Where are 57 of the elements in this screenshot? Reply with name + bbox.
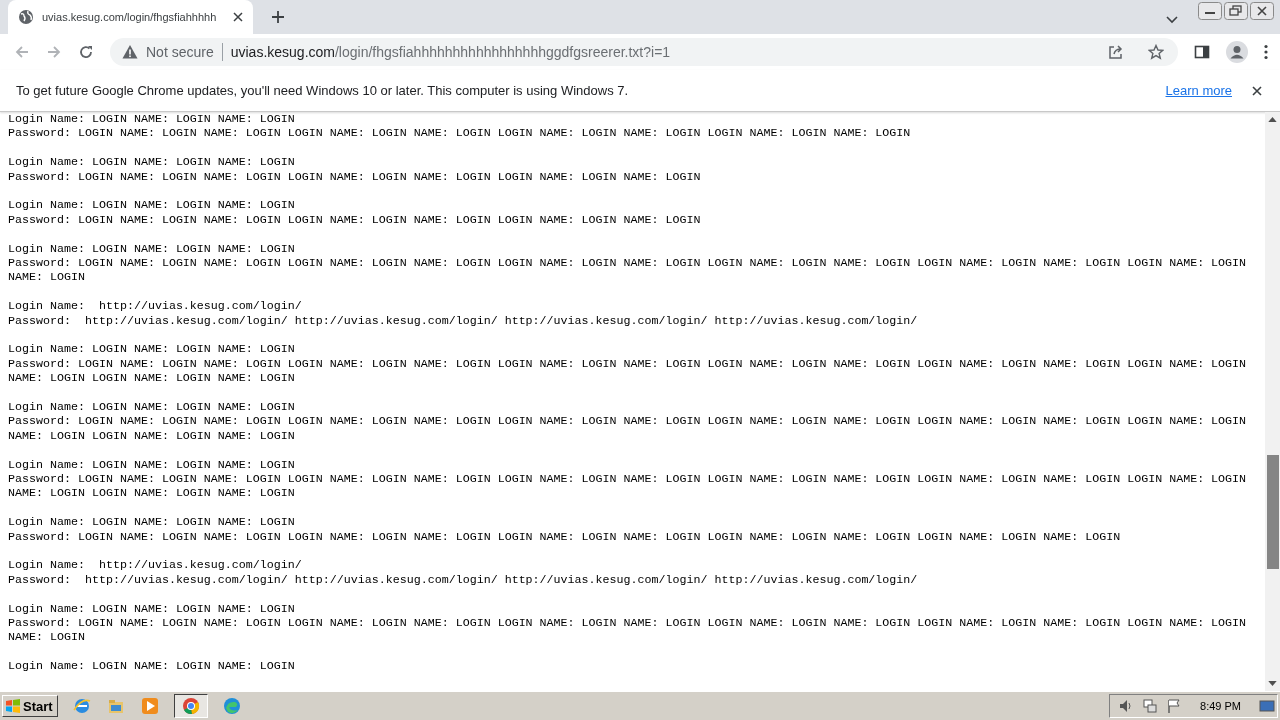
password-line: Password: LOGIN NAME: LOGIN NAME: LOGIN LOGIN NAME: LOGIN NAME: LOGIN LOGIN NAME: LOGIN NAME: LOGIN LOGIN NAME: LOGIN NAME: LOGIN LOGIN NAME: LOGIN NAME: LOGIN LOGIN NAME: LOGIN NAME: LOGIN <box>8 616 1248 645</box>
browser-e-icon[interactable] <box>71 696 92 716</box>
caret-icon[interactable] <box>1166 16 1178 24</box>
profile-icon[interactable] <box>1226 41 1248 63</box>
warning-icon <box>122 44 138 60</box>
scroll-down-icon[interactable] <box>1268 681 1277 686</box>
globe-icon <box>18 9 34 25</box>
address-bar[interactable]: Not secure uvias.kesug.com/login/fhgsfiahhhhhhhhhhhhhhhhhggdfgsreerer.txt?i=1 <box>110 38 1178 66</box>
login-name-line: Login Name: LOGIN NAME: LOGIN NAME: LOGIN <box>8 457 296 473</box>
info-message: To get future Google Chrome updates, you'll need Windows 10 or later. This computer is using Windows 7. <box>16 83 629 98</box>
password-line: Password: LOGIN NAME: LOGIN NAME: LOGIN LOGIN NAME: LOGIN NAME: LOGIN LOGIN NAME: LOGIN NAME: LOGIN LOGIN NAME: LOGIN NAME: LOGIN LOGIN NAME: LOGIN NAME: LOGIN LOGIN NAME: LOGIN NAME: LOGIN LOGIN NAME: LOGIN NAME: LOGIN <box>8 472 1248 501</box>
learn-more-link[interactable]: Learn more <box>1165 83 1232 98</box>
login-name-line: Login Name: LOGIN NAME: LOGIN NAME: LOGIN <box>8 400 296 415</box>
scroll-up-icon[interactable] <box>1268 117 1277 122</box>
menu-icon[interactable] <box>1264 44 1268 60</box>
scroll-thumb[interactable] <box>1267 455 1279 569</box>
password-line: Password: LOGIN NAME: LOGIN NAME: LOGIN LOGIN NAME: LOGIN NAME: LOGIN LOGIN NAME: LOGIN NAME: LOGIN <box>8 169 702 184</box>
star-icon[interactable] <box>1148 44 1164 60</box>
scrollbar[interactable] <box>1265 112 1280 691</box>
close-icon[interactable] <box>1250 2 1274 20</box>
password-line: Password: http://uvias.kesug.com/login/ http://uvias.kesug.com/login/ http://uvias.kesug.com/login/ http://uvias.kesug.com/login/ <box>8 572 919 588</box>
browser-tab[interactable]: uvias.kesug.com/login/fhgsfiahhhhh <box>8 0 253 34</box>
tab-title: uvias.kesug.com/login/fhgsfiahhhhh <box>42 11 218 23</box>
login-name-line: Login Name: LOGIN NAME: LOGIN NAME: LOGIN <box>8 198 296 213</box>
login-name-line: Login Name: http://uvias.kesug.com/login/ <box>8 299 303 314</box>
reload-icon[interactable] <box>78 44 94 60</box>
new-tab-icon[interactable] <box>271 10 285 24</box>
network-icon[interactable] <box>1142 698 1159 714</box>
url-text: uvias.kesug.com/login/fhgsfiahhhhhhhhhhhhhhhhhggdfgsreerer.txt?i=1 <box>230 44 671 60</box>
flag-icon[interactable] <box>1166 698 1183 714</box>
clock[interactable]: 8:49 PM <box>1200 700 1241 712</box>
minimize-icon[interactable] <box>1198 2 1222 20</box>
windows-flag-icon <box>5 698 21 714</box>
password-line: Password: LOGIN NAME: LOGIN NAME: LOGIN LOGIN NAME: LOGIN NAME: LOGIN LOGIN NAME: LOGIN NAME: LOGIN LOGIN NAME: LOGIN NAME: LOGIN LOGIN NAME: LOGIN NAME: LOGIN LOGIN NAME: LOGIN NAME: LOGIN <box>8 256 1248 285</box>
password-line: Password: LOGIN NAME: LOGIN NAME: LOGIN LOGIN NAME: LOGIN NAME: LOGIN LOGIN NAME: LOGIN NAME: LOGIN LOGIN NAME: LOGIN NAME: LOGIN LOGIN NAME: LOGIN NAME: LOGIN LOGIN NAME: LOGIN NAME: LOGIN LOGIN NAME: LOGIN NAME: LOGIN <box>8 356 1248 386</box>
login-name-line: Login Name: LOGIN NAME: LOGIN NAME: LOGIN <box>8 515 296 530</box>
login-name-line: Login Name: LOGIN NAME: LOGIN NAME: LOGIN <box>8 659 296 674</box>
login-name-line: Login Name: LOGIN NAME: LOGIN NAME: LOGIN <box>8 342 296 357</box>
security-label: Not secure <box>146 44 214 60</box>
password-line: Password: LOGIN NAME: LOGIN NAME: LOGIN LOGIN NAME: LOGIN NAME: LOGIN LOGIN NAME: LOGIN NAME: LOGIN LOGIN NAME: LOGIN NAME: LOGIN <box>8 126 912 141</box>
login-name-line: Login Name: LOGIN NAME: LOGIN NAME: LOGIN <box>8 112 296 127</box>
login-name-line: Login Name: LOGIN NAME: LOGIN NAME: LOGIN <box>8 601 296 617</box>
password-line: Password: LOGIN NAME: LOGIN NAME: LOGIN LOGIN NAME: LOGIN NAME: LOGIN LOGIN NAME: LOGIN NAME: LOGIN LOGIN NAME: LOGIN NAME: LOGIN LOGIN NAME: LOGIN NAME: LOGIN <box>8 529 1122 545</box>
close-icon[interactable] <box>233 12 243 22</box>
start-button[interactable]: Start <box>2 695 58 717</box>
password-line: Password: LOGIN NAME: LOGIN NAME: LOGIN LOGIN NAME: LOGIN NAME: LOGIN LOGIN NAME: LOGIN NAME: LOGIN LOGIN NAME: LOGIN NAME: LOGIN LOGIN NAME: LOGIN NAME: LOGIN LOGIN NAME: LOGIN NAME: LOGIN LOGIN NAME: LOGIN NAME: LOGIN <box>8 414 1248 444</box>
login-name-line: Login Name: LOGIN NAME: LOGIN NAME: LOGIN <box>8 155 296 170</box>
password-line: Password: LOGIN NAME: LOGIN NAME: LOGIN LOGIN NAME: LOGIN NAME: LOGIN LOGIN NAME: LOGIN NAME: LOGIN <box>8 212 702 228</box>
login-name-line: Login Name: LOGIN NAME: LOGIN NAME: LOGIN <box>8 241 296 256</box>
share-icon[interactable] <box>1108 44 1124 60</box>
show-desktop-icon[interactable] <box>1259 698 1275 714</box>
restore-icon[interactable] <box>1224 2 1248 20</box>
chrome-icon[interactable] <box>180 696 201 716</box>
side-panel-icon[interactable] <box>1194 44 1210 60</box>
password-line: Password: http://uvias.kesug.com/login/ http://uvias.kesug.com/login/ http://uvias.kesug.com/login/ http://uvias.kesug.com/login/ <box>8 313 919 329</box>
close-icon[interactable] <box>1252 85 1262 96</box>
login-name-line: Login Name: http://uvias.kesug.com/login/ <box>8 558 303 573</box>
